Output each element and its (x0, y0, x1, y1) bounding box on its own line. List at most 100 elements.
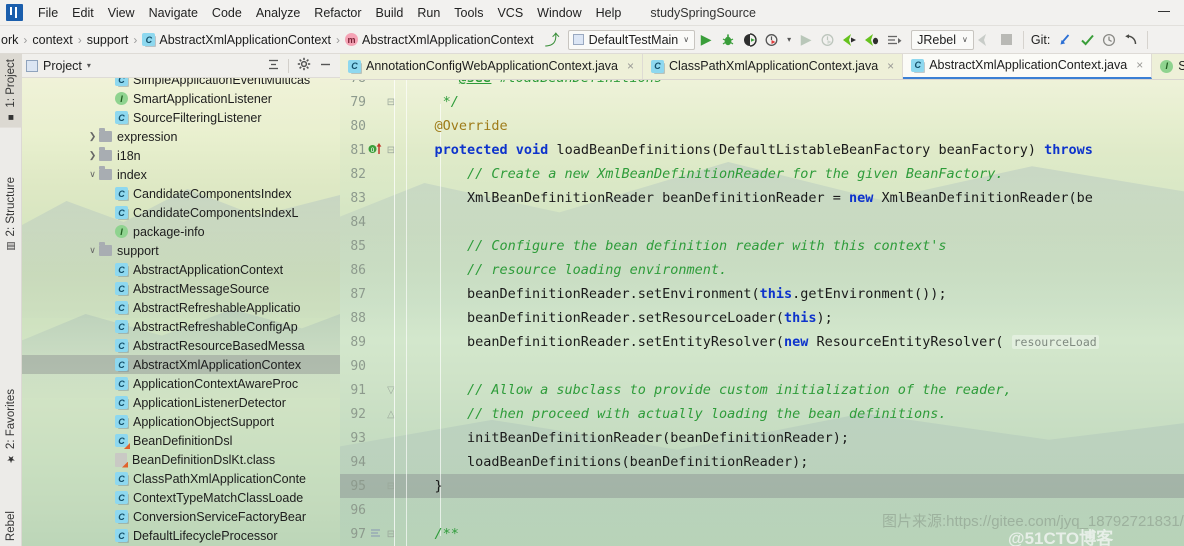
run-button[interactable]: ▶ (696, 30, 716, 50)
jrebel-run-button[interactable] (840, 30, 860, 50)
tree-node[interactable]: C ConversionServiceFactoryBear (22, 507, 340, 526)
editor-tab-2[interactable]: C AbstractXmlApplicationContext.java × (903, 54, 1153, 79)
code-line[interactable] (402, 210, 1184, 234)
code-line[interactable]: /** (402, 522, 1184, 546)
menu-item-refactor[interactable]: Refactor (307, 4, 368, 22)
close-icon[interactable]: × (887, 59, 894, 73)
tree-node[interactable]: C AbstractResourceBasedMessa (22, 336, 340, 355)
gutter-line[interactable]: 81 O ⊟ (340, 138, 402, 162)
gutter-line[interactable]: 91 ▽ (340, 378, 402, 402)
code-line[interactable]: XmlBeanDefinitionReader beanDefinitionRe… (402, 186, 1184, 210)
gutter-line[interactable]: 92 △ (340, 402, 402, 426)
profile-button[interactable] (762, 30, 782, 50)
project-tree[interactable]: C SimpleApplicationEventMulticas I SmartApp… (22, 78, 340, 546)
tree-node[interactable]: ❯ i18n (22, 146, 340, 165)
git-history-button[interactable] (1099, 30, 1119, 50)
tree-node[interactable]: C AbstractRefreshableApplicatio (22, 298, 340, 317)
menu-item-analyze[interactable]: Analyze (249, 4, 307, 22)
menu-item-vcs[interactable]: VCS (490, 4, 530, 22)
code-line[interactable]: @Override (402, 114, 1184, 138)
tree-node[interactable]: C AbstractMessageSource (22, 279, 340, 298)
code-line[interactable]: // resource loading environment. (402, 258, 1184, 282)
collapse-all-icon[interactable] (267, 58, 280, 74)
chevron-toggle-icon[interactable]: ∨ (86, 169, 99, 180)
tree-node[interactable]: C CandidateComponentsIndex (22, 184, 340, 203)
editor-tab-0[interactable]: C AnnotationConfigWebApplicationContext.j… (340, 54, 644, 79)
fold-toggle-icon[interactable]: ⊟ (384, 145, 398, 156)
code-line[interactable]: beanDefinitionReader.setEnvironment(this… (402, 282, 1184, 306)
tree-node[interactable]: I SmartApplicationListener (22, 89, 340, 108)
git-rollback-button[interactable] (1121, 30, 1141, 50)
tree-node[interactable]: BeanDefinitionDslKt.class (22, 450, 340, 469)
tree-node[interactable]: C BeanDefinitionDsl (22, 431, 340, 450)
profile-dropdown-caret[interactable]: ▾ (784, 30, 794, 50)
chevron-toggle-icon[interactable]: ∨ (86, 245, 99, 256)
tree-node[interactable]: C ContextTypeMatchClassLoade (22, 488, 340, 507)
editor-gutter[interactable]: 78 79 ⊟ 80 81 O ⊟ 82 83 84 85 86 87 88 89 90 91 ▽ 92 △ 93 94 9… (340, 80, 402, 546)
code-line[interactable]: */ (402, 90, 1184, 114)
gutter-line[interactable]: 87 (340, 282, 402, 306)
tree-node[interactable]: ∨ index (22, 165, 340, 184)
menu-item-view[interactable]: View (101, 4, 142, 22)
code-line[interactable]: // Allow a subclass to provide custom in… (402, 378, 1184, 402)
tool-window-tab-favorites[interactable]: ★ 2: Favorites (0, 384, 22, 469)
tree-node[interactable]: C ApplicationContextAwareProc (22, 374, 340, 393)
run-dashboard-button[interactable] (884, 30, 904, 50)
breadcrumb-item-4[interactable]: m AbstractXmlApplicationContext (344, 33, 535, 47)
code-line[interactable]: beanDefinitionReader.setEntityResolver(n… (402, 330, 1184, 354)
code-line[interactable] (402, 354, 1184, 378)
code-line[interactable] (402, 498, 1184, 522)
tool-window-tab-project[interactable]: ■ 1: Project (0, 54, 22, 128)
breadcrumb-item-2[interactable]: support (86, 33, 130, 47)
gutter-line[interactable]: 82 (340, 162, 402, 186)
jrebel-selector[interactable]: JRebel ∨ (911, 29, 974, 50)
gutter-line[interactable]: 88 (340, 306, 402, 330)
run-configuration-selector[interactable]: DefaultTestMain ∨ (567, 29, 696, 50)
gutter-line[interactable]: 79 ⊟ (340, 90, 402, 114)
gutter-line[interactable]: 97 ⊟ (340, 522, 402, 546)
gutter-line[interactable]: 93 (340, 426, 402, 450)
tree-node[interactable]: C CandidateComponentsIndexL (22, 203, 340, 222)
fold-toggle-icon[interactable]: ⊟ (384, 97, 398, 108)
tool-window-tab-rebel[interactable]: Rebel (0, 506, 22, 546)
gutter-line[interactable]: 78 (340, 80, 402, 90)
menu-item-navigate[interactable]: Navigate (142, 4, 205, 22)
gutter-line[interactable]: 95 ⊟ (340, 474, 402, 498)
run-with-coverage-button[interactable] (740, 30, 760, 50)
breadcrumb-item-3[interactable]: C AbstractXmlApplicationContext (141, 33, 332, 47)
tree-node[interactable]: C AbstractRefreshableConfigAp (22, 317, 340, 336)
gutter-line[interactable]: 85 (340, 234, 402, 258)
code-content[interactable]: * @see #loadBeanDefinitions */ @Override… (402, 80, 1184, 546)
tree-node[interactable]: Ipackage-info (22, 222, 340, 241)
gutter-line[interactable]: 90 (340, 354, 402, 378)
fold-toggle-icon[interactable]: △ (384, 409, 398, 420)
tree-node[interactable]: ∨ support (22, 241, 340, 260)
debug-button[interactable] (718, 30, 738, 50)
gutter-line[interactable]: 89 (340, 330, 402, 354)
editor-tab-3[interactable]: I ScopeMetada (1152, 54, 1184, 79)
code-line[interactable]: loadBeanDefinitions(beanDefinitionReader… (402, 450, 1184, 474)
menu-item-build[interactable]: Build (369, 4, 411, 22)
chevron-toggle-icon[interactable]: ❯ (86, 131, 99, 142)
menu-item-code[interactable]: Code (205, 4, 249, 22)
code-line[interactable]: // then proceed with actually loading th… (402, 402, 1184, 426)
tree-node[interactable]: C AbstractXmlApplicationContex (22, 355, 340, 374)
gutter-line[interactable]: 84 (340, 210, 402, 234)
menu-item-help[interactable]: Help (589, 4, 629, 22)
close-icon[interactable]: × (1136, 58, 1143, 72)
git-commit-button[interactable] (1077, 30, 1097, 50)
fold-toggle-icon[interactable]: ▽ (384, 385, 398, 396)
gutter-line[interactable]: 83 (340, 186, 402, 210)
code-line[interactable]: initBeanDefinitionReader(beanDefinitionR… (402, 426, 1184, 450)
menu-item-file[interactable]: File (31, 4, 65, 22)
gutter-line[interactable]: 94 (340, 450, 402, 474)
code-line[interactable]: beanDefinitionReader.setResourceLoader(t… (402, 306, 1184, 330)
tree-node[interactable]: C ApplicationListenerDetector (22, 393, 340, 412)
menu-item-window[interactable]: Window (530, 4, 588, 22)
tree-node[interactable]: C SimpleApplicationEventMulticas (22, 78, 340, 89)
gutter-line[interactable]: 86 (340, 258, 402, 282)
tree-node[interactable]: C AbstractApplicationContext (22, 260, 340, 279)
hide-panel-icon[interactable] (319, 58, 332, 74)
fold-toggle-icon[interactable]: ⊟ (384, 481, 398, 492)
tree-node[interactable]: C DefaultLifecycleProcessor (22, 526, 340, 545)
